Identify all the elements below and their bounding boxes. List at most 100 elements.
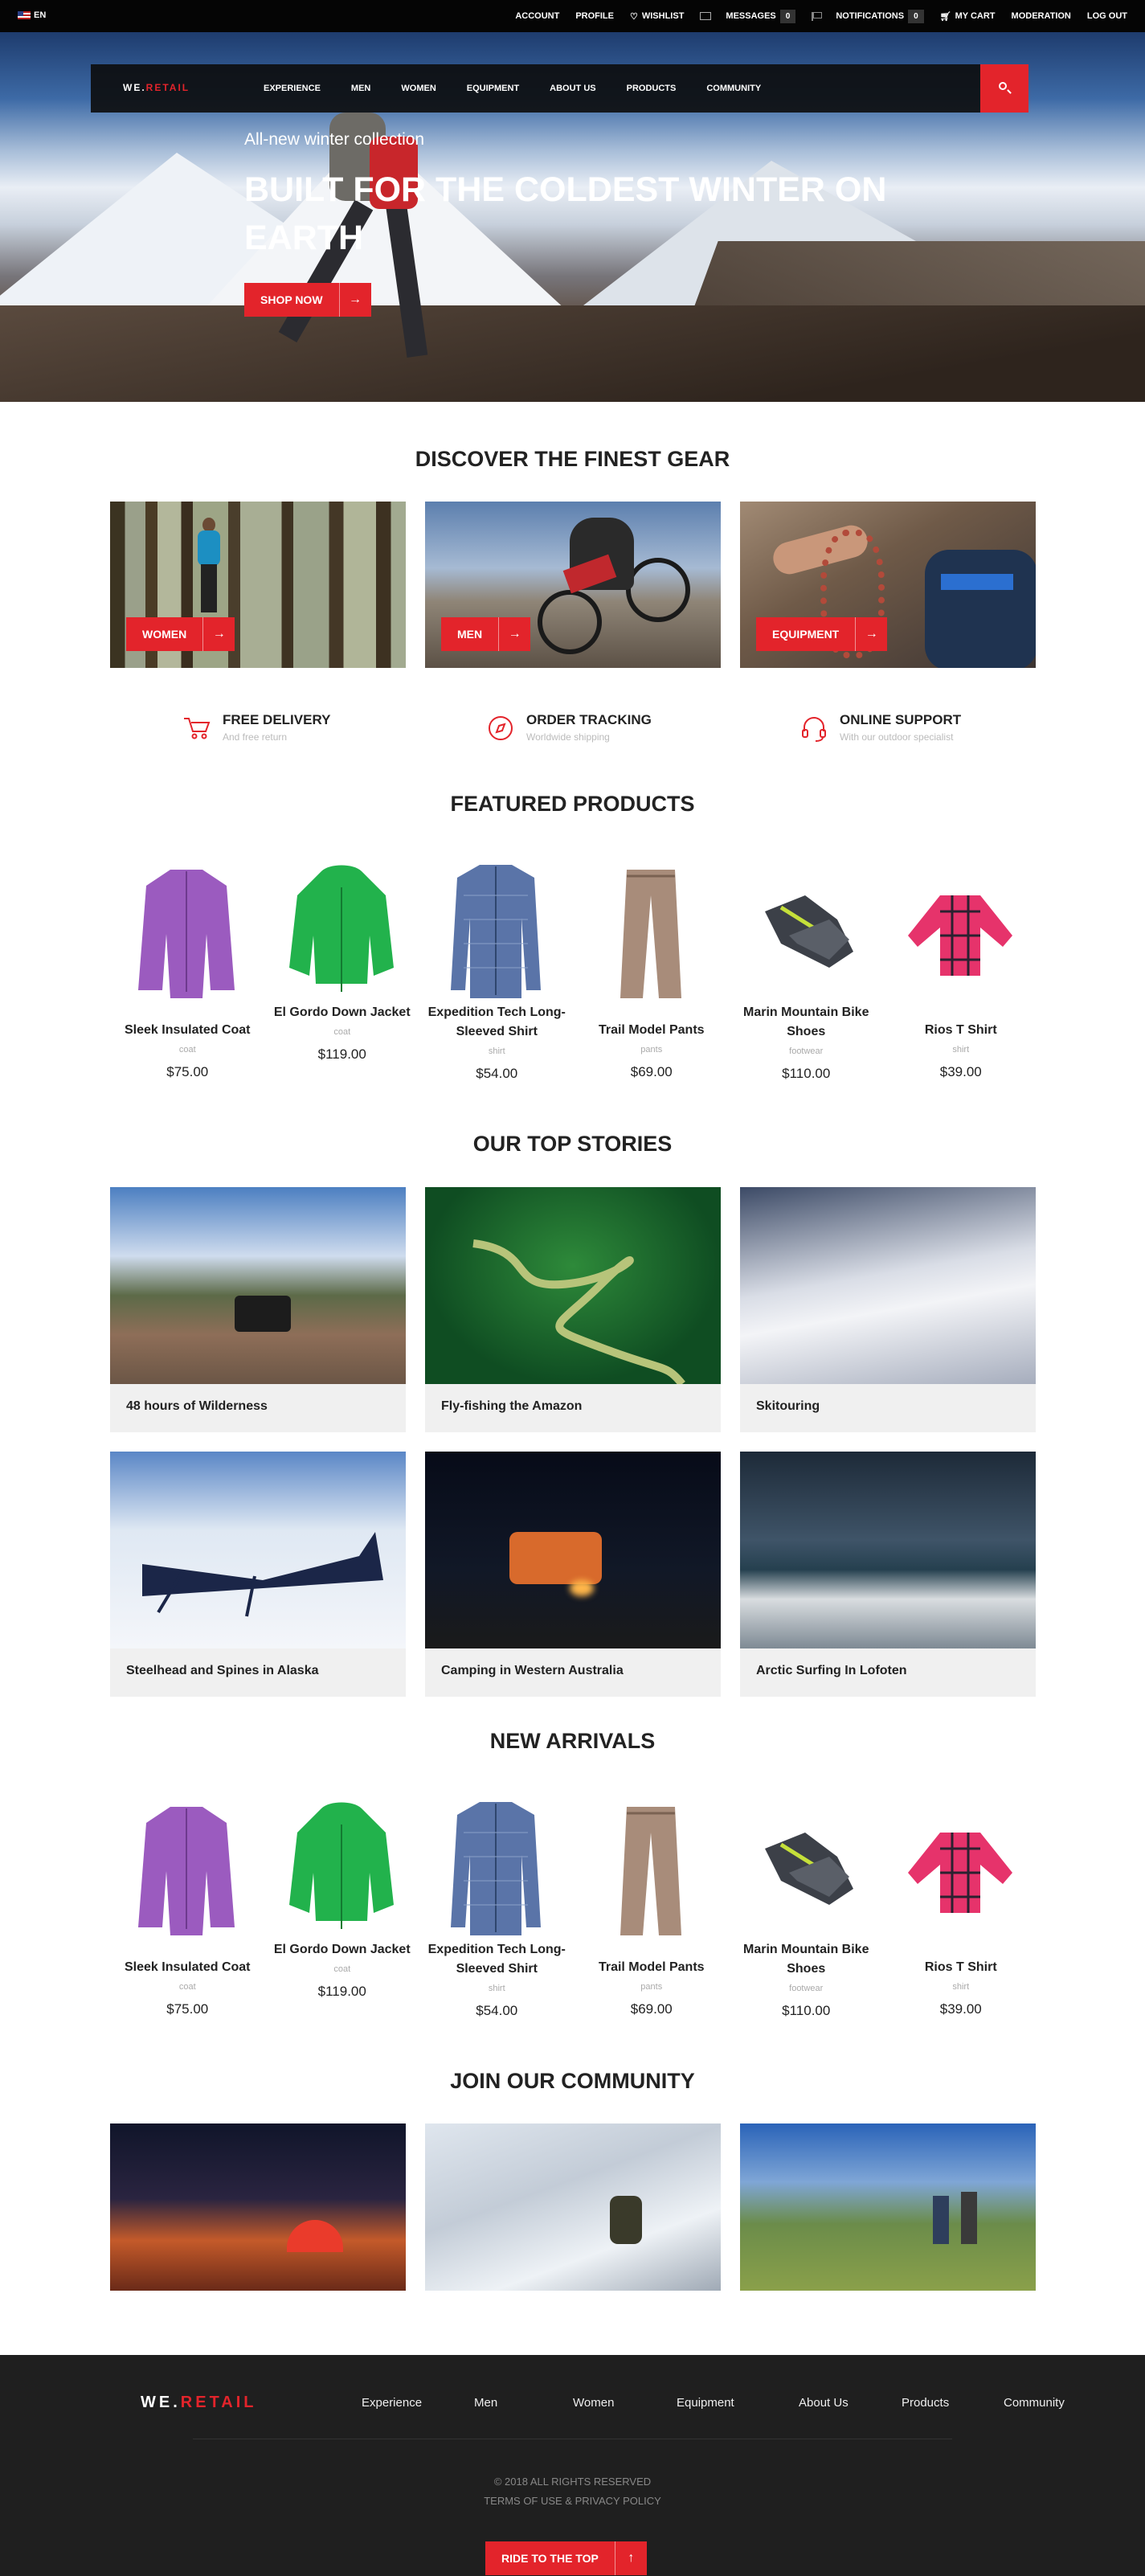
notifications-count-badge: 0 (908, 9, 924, 23)
footer-link-products[interactable]: Products (902, 2396, 1004, 2410)
ride-to-top-label: RIDE TO THE TOP (501, 2552, 599, 2565)
envelope-icon (700, 12, 712, 20)
main-navigation: WE.RETAIL EXPERIENCE MEN WOMEN EQUIPMENT… (91, 64, 1028, 113)
arrow-right-icon: → (202, 617, 235, 651)
messages-link[interactable]: MESSAGES 0 (700, 9, 796, 23)
heart-icon: ♡ (629, 11, 638, 22)
green-jacket-image (288, 865, 394, 992)
site-footer: WE.RETAIL Experience Men Women Equipment… (0, 2355, 1145, 2576)
women-category-button[interactable]: WOMEN → (126, 617, 235, 651)
product-card[interactable]: Rios T Shirt shirt $39.00 (884, 1781, 1039, 2019)
story-card-arctic-surfing[interactable]: Arctic Surfing In Lofoten (740, 1452, 1036, 1697)
blue-shirt-image (451, 1802, 541, 1935)
featured-products-list: Sleek Insulated Coat coat $75.00 El Gord… (110, 844, 1038, 1082)
featured-products-title: FEATURED PRODUCTS (450, 792, 695, 816)
terms-link[interactable]: TERMS OF USE & PRIVACY POLICY (0, 2492, 1145, 2511)
community-photo-bikers[interactable] (740, 2123, 1036, 2291)
product-card[interactable]: Expedition Tech Long-Sleeved Shirt shirt… (419, 844, 575, 1082)
tan-pants-image (620, 1807, 681, 1935)
bike-shoes-image (765, 1833, 853, 1905)
cart-label: MY CART (955, 11, 996, 21)
community-title: JOIN OUR COMMUNITY (450, 2069, 695, 2093)
arrow-up-icon: ↑ (614, 2541, 647, 2575)
nav-item-women[interactable]: WOMEN (401, 84, 436, 93)
notifications-link[interactable]: NOTIFICATIONS 0 (812, 9, 924, 23)
shop-now-button[interactable]: SHOP NOW → (244, 283, 371, 317)
footer-link-community[interactable]: Community (1004, 2396, 1065, 2410)
product-card[interactable]: Sleek Insulated Coat coat $75.00 (110, 844, 265, 1082)
story-card-skitouring[interactable]: Skitouring (740, 1187, 1036, 1432)
moderation-link[interactable]: MODERATION (1012, 11, 1071, 21)
footer-link-experience[interactable]: Experience (362, 2396, 474, 2410)
new-arrivals-list: Sleek Insulated Coat coat $75.00 El Gord… (110, 1781, 1038, 2019)
pink-shirt-image (907, 895, 1012, 976)
ride-to-top-button[interactable]: RIDE TO THE TOP ↑ (485, 2541, 647, 2575)
hero-kicker: All-new winter collection (244, 130, 425, 149)
us-flag-icon (18, 11, 31, 19)
footer-link-about-us[interactable]: About Us (799, 2396, 902, 2410)
cart-link[interactable]: 🛒︎ MY CART (940, 11, 996, 22)
messages-count-badge: 0 (779, 9, 796, 23)
account-link[interactable]: ACCOUNT (515, 11, 559, 21)
wishlist-label: WISHLIST (641, 11, 685, 21)
cart-icon (184, 718, 211, 739)
language-selector[interactable]: EN (18, 10, 46, 20)
blue-shirt-image (451, 865, 541, 998)
purple-coat-image (138, 870, 235, 998)
copyright-text: © 2018 ALL RIGHTS RESERVED (493, 2476, 652, 2488)
product-card[interactable]: Rios T Shirt shirt $39.00 (884, 844, 1039, 1082)
hero-headline: BUILT FOR THE COLDEST WINTER ON EARTH (244, 170, 887, 257)
site-logo[interactable]: WE.RETAIL (123, 82, 190, 93)
shop-now-label: SHOP NOW (260, 293, 323, 306)
feature-online-support: ONLINE SUPPORT With our outdoor specialis… (798, 712, 961, 744)
category-card-equipment[interactable]: EQUIPMENT → (740, 502, 1036, 668)
feature-free-delivery: FREE DELIVERY And free return (181, 712, 330, 744)
footer-link-women[interactable]: Women (573, 2396, 677, 2410)
nav-item-products[interactable]: PRODUCTS (627, 84, 677, 93)
flag-icon (812, 11, 823, 21)
discover-title: DISCOVER THE FINEST GEAR (415, 447, 730, 471)
purple-coat-image (138, 1807, 235, 1935)
product-card[interactable]: Expedition Tech Long-Sleeved Shirt shirt… (419, 1781, 575, 2019)
community-photo-ice-climb[interactable] (425, 2123, 721, 2291)
notifications-label: NOTIFICATIONS (836, 11, 905, 21)
wishlist-link[interactable]: ♡ WISHLIST (630, 11, 684, 22)
arrow-right-icon: → (498, 617, 530, 651)
category-card-men[interactable]: MEN → (425, 502, 721, 668)
nav-item-community[interactable]: COMMUNITY (706, 84, 761, 93)
footer-link-equipment[interactable]: Equipment (677, 2396, 799, 2410)
nav-item-about-us[interactable]: ABOUT US (550, 84, 595, 93)
story-card-wilderness[interactable]: 48 hours of Wilderness (110, 1187, 406, 1432)
story-card-fly-fishing[interactable]: Fly-fishing the Amazon (425, 1187, 721, 1432)
product-card[interactable]: El Gordo Down Jacket coat $119.00 (265, 844, 420, 1082)
category-card-women[interactable]: WOMEN → (110, 502, 406, 668)
arrow-right-icon: → (338, 283, 371, 317)
product-card[interactable]: Marin Mountain Bike Shoes footwear $110.… (729, 844, 884, 1082)
tan-pants-image (620, 870, 681, 998)
search-icon (999, 82, 1007, 90)
footer-logo[interactable]: WE.RETAIL (141, 2394, 257, 2412)
men-category-button[interactable]: MEN → (441, 617, 531, 651)
nav-item-experience[interactable]: EXPERIENCE (264, 84, 321, 93)
nav-item-equipment[interactable]: EQUIPMENT (467, 84, 519, 93)
green-jacket-image (288, 1802, 394, 1929)
account-links: ACCOUNT PROFILE ♡ WISHLIST MESSAGES 0 NOTI… (515, 0, 1127, 32)
search-button[interactable] (980, 64, 1028, 113)
community-photo-night-camp[interactable] (110, 2123, 406, 2291)
logout-link[interactable]: LOG OUT (1087, 11, 1127, 21)
story-card-camping[interactable]: Camping in Western Australia (425, 1452, 721, 1697)
arrow-right-icon: → (855, 617, 887, 651)
profile-link[interactable]: PROFILE (575, 11, 614, 21)
product-card[interactable]: Trail Model Pants pants $69.00 (575, 844, 730, 1082)
headset-icon (802, 717, 826, 742)
product-card[interactable]: Marin Mountain Bike Shoes footwear $110.… (729, 1781, 884, 2019)
story-card-alaska[interactable]: Steelhead and Spines in Alaska (110, 1452, 406, 1697)
product-card[interactable]: Sleek Insulated Coat coat $75.00 (110, 1781, 265, 2019)
footer-link-men[interactable]: Men (474, 2396, 573, 2410)
product-card[interactable]: Trail Model Pants pants $69.00 (575, 1781, 730, 2019)
new-arrivals-title: NEW ARRIVALS (489, 1729, 656, 1753)
equipment-category-button[interactable]: EQUIPMENT → (756, 617, 888, 651)
nav-item-men[interactable]: MEN (351, 84, 370, 93)
compass-icon (489, 716, 513, 740)
product-card[interactable]: El Gordo Down Jacket coat $119.00 (265, 1781, 420, 2019)
